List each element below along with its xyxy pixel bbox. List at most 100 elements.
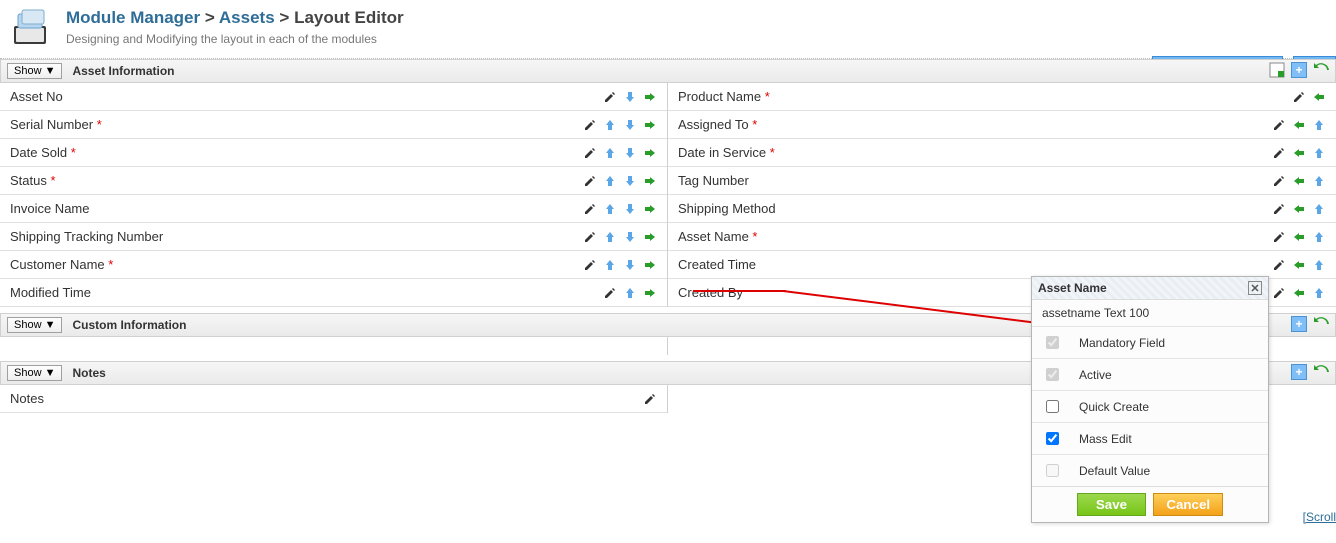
move-down-icon[interactable] <box>623 174 637 188</box>
edit-icon[interactable] <box>583 146 597 160</box>
move-up-icon[interactable] <box>623 286 637 300</box>
edit-icon[interactable] <box>1272 174 1286 188</box>
move-right-icon[interactable] <box>643 202 657 216</box>
option-label: Mass Edit <box>1079 432 1132 446</box>
option-checkbox[interactable] <box>1046 432 1059 445</box>
move-up-icon[interactable] <box>1312 118 1326 132</box>
breadcrumb-assets[interactable]: Assets <box>219 8 275 27</box>
field-row: Status * <box>0 167 667 195</box>
show-dropdown-button[interactable]: Show ▼ <box>7 365 62 381</box>
breadcrumb-sep: > <box>205 8 215 27</box>
show-dropdown-button[interactable]: Show ▼ <box>7 63 62 79</box>
required-indicator: * <box>770 145 775 160</box>
close-icon[interactable]: ✕ <box>1248 281 1262 295</box>
field-row: Serial Number * <box>0 111 667 139</box>
add-field-icon[interactable]: + <box>1291 62 1307 78</box>
block-title: Custom Information <box>72 318 186 332</box>
edit-icon[interactable] <box>1272 146 1286 160</box>
move-left-icon[interactable] <box>1292 118 1306 132</box>
edit-icon[interactable] <box>643 392 657 406</box>
undo-icon[interactable] <box>1313 316 1329 332</box>
move-left-icon[interactable] <box>1292 202 1306 216</box>
move-up-icon[interactable] <box>1312 202 1326 216</box>
move-up-icon[interactable] <box>603 174 617 188</box>
field-label: Notes <box>10 391 643 406</box>
move-right-icon[interactable] <box>643 146 657 160</box>
move-up-icon[interactable] <box>1312 258 1326 272</box>
move-right-icon[interactable] <box>643 90 657 104</box>
move-left-icon[interactable] <box>1292 174 1306 188</box>
edit-icon[interactable] <box>583 258 597 272</box>
move-down-icon[interactable] <box>623 90 637 104</box>
move-left-icon[interactable] <box>1292 258 1306 272</box>
move-right-icon[interactable] <box>643 258 657 272</box>
breadcrumb: Module Manager > Assets > Layout Editor <box>10 6 1328 28</box>
option-label: Active <box>1079 368 1112 382</box>
edit-icon[interactable] <box>583 230 597 244</box>
move-up-icon[interactable] <box>1312 230 1326 244</box>
undo-icon[interactable] <box>1313 62 1329 78</box>
edit-icon[interactable] <box>1272 230 1286 244</box>
edit-icon[interactable] <box>1272 118 1286 132</box>
move-up-icon[interactable] <box>603 146 617 160</box>
popup-option: Mass Edit <box>1032 422 1268 454</box>
cancel-button[interactable]: Cancel <box>1153 493 1223 516</box>
edit-icon[interactable] <box>583 118 597 132</box>
field-row: Tag Number <box>668 167 1336 195</box>
edit-icon[interactable] <box>583 174 597 188</box>
field-label: Status * <box>10 173 583 188</box>
required-indicator: * <box>71 145 76 160</box>
move-right-icon[interactable] <box>643 174 657 188</box>
move-up-icon[interactable] <box>603 258 617 272</box>
add-field-icon[interactable]: + <box>1291 316 1307 332</box>
edit-icon[interactable] <box>1272 258 1286 272</box>
block-title: Notes <box>72 366 105 380</box>
move-up-icon[interactable] <box>1312 286 1326 300</box>
required-indicator: * <box>108 257 113 272</box>
move-left-icon[interactable] <box>1292 230 1306 244</box>
edit-icon[interactable] <box>1272 286 1286 300</box>
breadcrumb-current: Layout Editor <box>294 8 404 27</box>
edit-icon[interactable] <box>1272 202 1286 216</box>
show-dropdown-button[interactable]: Show ▼ <box>7 317 62 333</box>
field-label: Invoice Name <box>10 201 583 216</box>
move-left-icon[interactable] <box>1312 90 1326 104</box>
move-up-icon[interactable] <box>603 118 617 132</box>
scroll-link[interactable]: [Scroll <box>1303 510 1336 524</box>
field-label: Serial Number * <box>10 117 583 132</box>
move-left-icon[interactable] <box>1292 146 1306 160</box>
add-field-icon[interactable]: + <box>1291 364 1307 380</box>
required-indicator: * <box>50 173 55 188</box>
save-button[interactable]: Save <box>1077 493 1146 516</box>
move-right-icon[interactable] <box>643 286 657 300</box>
move-down-icon[interactable] <box>623 258 637 272</box>
field-label: Assigned To * <box>678 117 1272 132</box>
option-checkbox[interactable] <box>1046 400 1059 413</box>
move-down-icon[interactable] <box>623 230 637 244</box>
move-right-icon[interactable] <box>643 230 657 244</box>
configure-block-icon[interactable] <box>1269 62 1285 78</box>
field-label: Shipping Tracking Number <box>10 229 583 244</box>
move-left-icon[interactable] <box>1292 286 1306 300</box>
popup-option: Mandatory Field <box>1032 326 1268 358</box>
move-up-icon[interactable] <box>603 202 617 216</box>
breadcrumb-module-manager[interactable]: Module Manager <box>66 8 200 27</box>
move-up-icon[interactable] <box>1312 174 1326 188</box>
edit-icon[interactable] <box>603 286 617 300</box>
edit-icon[interactable] <box>603 90 617 104</box>
field-row: Created Time <box>668 251 1336 279</box>
move-right-icon[interactable] <box>643 118 657 132</box>
edit-icon[interactable] <box>1292 90 1306 104</box>
field-label: Shipping Method <box>678 201 1272 216</box>
move-down-icon[interactable] <box>623 146 637 160</box>
move-up-icon[interactable] <box>1312 146 1326 160</box>
block-asset-information: Show ▼ Asset Information + Asset No Seri… <box>0 59 1336 307</box>
field-row: Invoice Name <box>0 195 667 223</box>
undo-icon[interactable] <box>1313 364 1329 380</box>
edit-icon[interactable] <box>583 202 597 216</box>
option-checkbox <box>1046 336 1059 349</box>
option-label: Quick Create <box>1079 400 1149 414</box>
move-down-icon[interactable] <box>623 202 637 216</box>
move-up-icon[interactable] <box>603 230 617 244</box>
move-down-icon[interactable] <box>623 118 637 132</box>
